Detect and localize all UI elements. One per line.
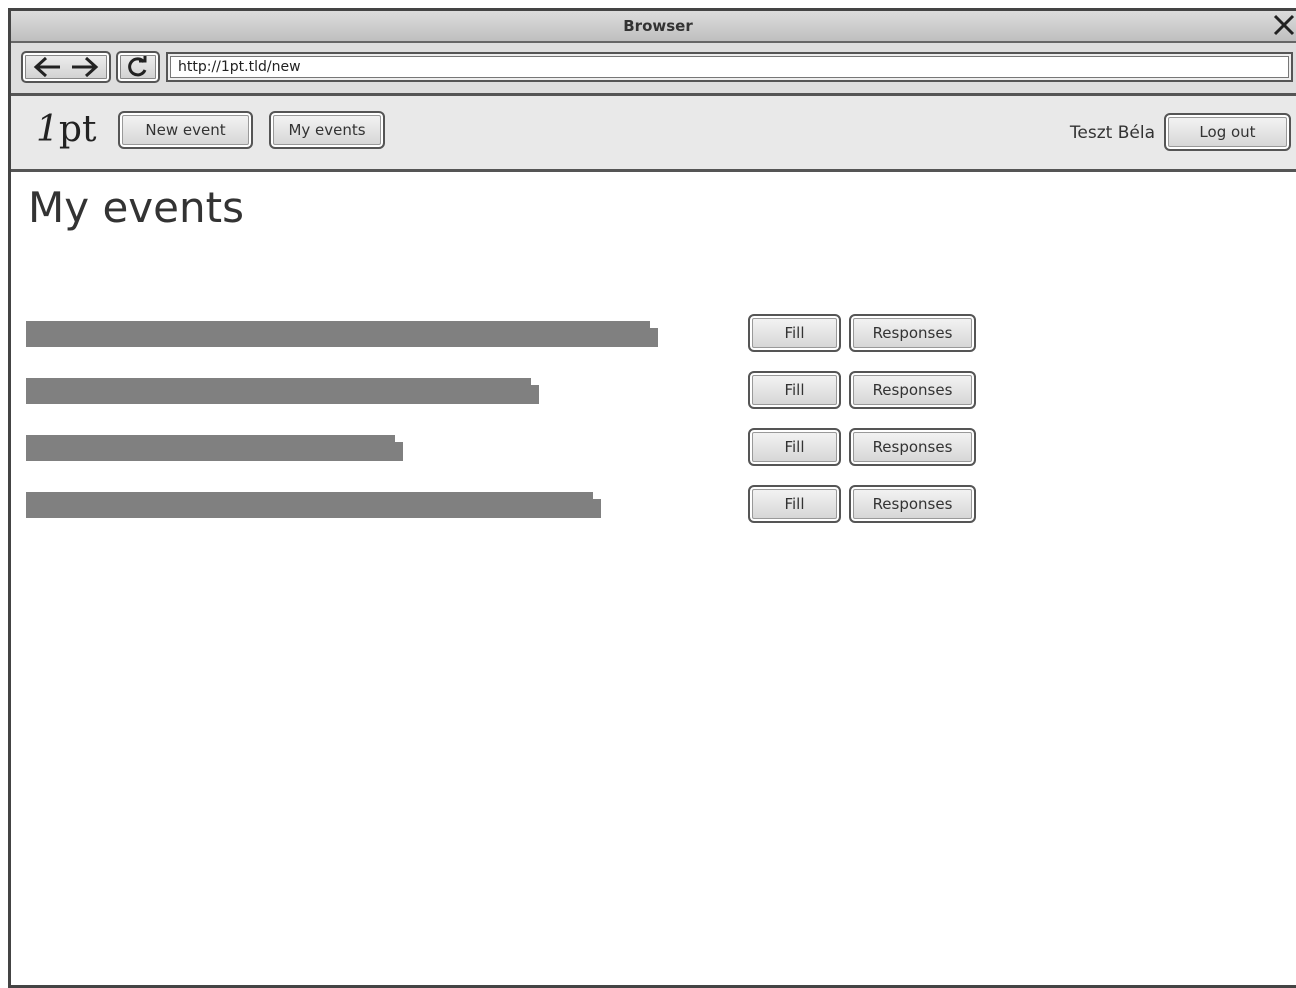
browser-titlebar: Browser	[11, 11, 1296, 43]
new-event-button[interactable]: New event	[118, 111, 253, 149]
responses-label: Responses	[872, 438, 953, 456]
event-title-redacted	[26, 321, 650, 347]
event-title-redacted-edge	[395, 442, 403, 461]
logout-label: Log out	[1199, 123, 1256, 141]
arrow-right-icon[interactable]	[66, 55, 102, 79]
my-events-label: My events	[288, 121, 366, 139]
event-title-redacted-edge	[593, 499, 601, 518]
logo-text: pt	[58, 109, 97, 150]
new-event-label: New event	[145, 121, 226, 139]
my-events-button[interactable]: My events	[269, 111, 385, 149]
event-title-redacted-edge	[650, 328, 658, 347]
logo-number: 1	[36, 109, 59, 150]
page-title: My events	[28, 183, 244, 232]
reload-icon	[128, 56, 147, 77]
app-header: 1pt New event My events Teszt Béla Log o…	[11, 96, 1296, 172]
event-title-redacted-edge	[531, 385, 539, 404]
app-logo[interactable]: 1pt	[36, 110, 96, 150]
browser-toolbar: http://1pt.tld/new	[11, 43, 1296, 96]
url-input[interactable]: http://1pt.tld/new	[166, 52, 1293, 82]
responses-button[interactable]: Responses	[849, 428, 976, 466]
responses-button[interactable]: Responses	[849, 314, 976, 352]
fill-button[interactable]: Fill	[748, 428, 841, 466]
browser-title: Browser	[623, 17, 693, 35]
back-forward-button-group	[21, 51, 111, 83]
close-icon[interactable]	[1271, 12, 1296, 38]
reload-button[interactable]	[116, 51, 160, 83]
user-name: Teszt Béla	[1069, 123, 1155, 143]
arrow-left-icon[interactable]	[30, 55, 66, 79]
responses-button[interactable]: Responses	[849, 485, 976, 523]
url-text: http://1pt.tld/new	[178, 59, 301, 75]
responses-button[interactable]: Responses	[849, 371, 976, 409]
responses-label: Responses	[872, 495, 953, 513]
event-title-redacted	[26, 378, 531, 404]
fill-button[interactable]: Fill	[748, 371, 841, 409]
fill-button[interactable]: Fill	[748, 314, 841, 352]
event-title-redacted	[26, 492, 593, 518]
fill-label: Fill	[784, 324, 805, 342]
fill-label: Fill	[784, 495, 805, 513]
responses-label: Responses	[872, 324, 953, 342]
logout-button[interactable]: Log out	[1164, 113, 1291, 151]
event-title-redacted	[26, 435, 395, 461]
fill-label: Fill	[784, 381, 805, 399]
fill-button[interactable]: Fill	[748, 485, 841, 523]
fill-label: Fill	[784, 438, 805, 456]
responses-label: Responses	[872, 381, 953, 399]
